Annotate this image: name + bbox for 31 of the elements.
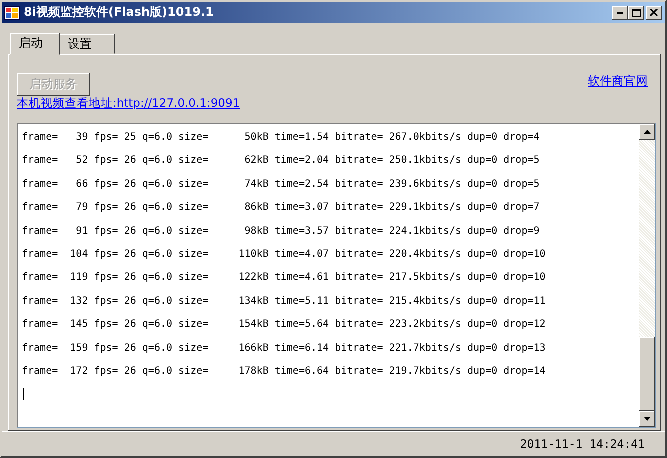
log-line: frame= 39 fps= 25 q=6.0 size= 50kB time=1.54 bitrate= 267.0kbits/s dup=0 drop=4 [22, 131, 541, 145]
close-icon [650, 9, 658, 16]
tab[interactable]: 设置 [59, 34, 115, 54]
up-arrow-icon [644, 130, 650, 134]
status-time: 2011-11-1 14:24:41 [520, 437, 645, 451]
address-link[interactable]: 本机视频查看地址:http://127.0.0.1:9091 [17, 96, 240, 110]
log-line: frame= 119 fps= 26 q=6.0 size= 122kB time=4.61 bitrate= 217.5kbits/s dup=0 drop=10 [22, 271, 547, 286]
app-icon [4, 6, 20, 20]
website-link[interactable]: 软件商官网 [588, 73, 648, 90]
scroll-down-button[interactable] [639, 411, 655, 427]
scrollbar[interactable] [639, 124, 655, 427]
log-line: frame= 52 fps= 26 q=6.0 size= 62kB time=2.04 bitrate= 250.1kbits/s dup=0 drop=5 [22, 154, 541, 168]
log-line: frame= 132 fps= 26 q=6.0 size= 134kB time=5.11 bitrate= 215.4kbits/s dup=0 drop=11 [22, 294, 547, 309]
minimize-icon [617, 12, 623, 14]
scroll-thumb[interactable] [639, 337, 655, 411]
log-line: frame= 91 fps= 26 q=6.0 size= 98kB time=3.57 bitrate= 224.1kbits/s dup=0 drop=9 [22, 224, 541, 239]
log-line: frame= 79 fps= 26 q=6.0 size= 86kB time=3.07 bitrate= 229.1kbits/s dup=0 drop=7 [22, 201, 541, 216]
tab[interactable]: 启动 [10, 33, 60, 55]
log-line: frame= 159 fps= 26 q=6.0 size= 166kB time=6.14 bitrate= 221.7kbits/s dup=0 drop=13 [22, 342, 547, 356]
scroll-up-button[interactable] [639, 124, 655, 140]
log-line: frame= 104 fps= 26 q=6.0 size= 110kB time=4.07 bitrate= 220.4kbits/s dup=0 drop=10 [22, 248, 547, 262]
down-arrow-icon [644, 417, 650, 421]
log-line: frame= 172 fps= 26 q=6.0 size= 178kB time=6.64 bitrate= 219.7kbits/s dup=0 drop=14 [22, 364, 547, 379]
minimize-button[interactable] [612, 6, 628, 20]
maximize-button[interactable] [628, 6, 644, 20]
close-button[interactable] [646, 6, 662, 20]
maximize-icon [632, 8, 640, 16]
window-title: 8i视频监控软件(Flash版)1019.1 [24, 4, 215, 21]
log-line: frame= 145 fps= 26 q=6.0 size= 154kB time=5.64 bitrate= 223.2kbits/s dup=0 drop=12 [22, 318, 547, 332]
text-cursor [23, 388, 24, 400]
log-line: frame= 66 fps= 26 q=6.0 size= 74kB time=2.54 bitrate= 239.6kbits/s dup=0 drop=5 [22, 178, 541, 192]
